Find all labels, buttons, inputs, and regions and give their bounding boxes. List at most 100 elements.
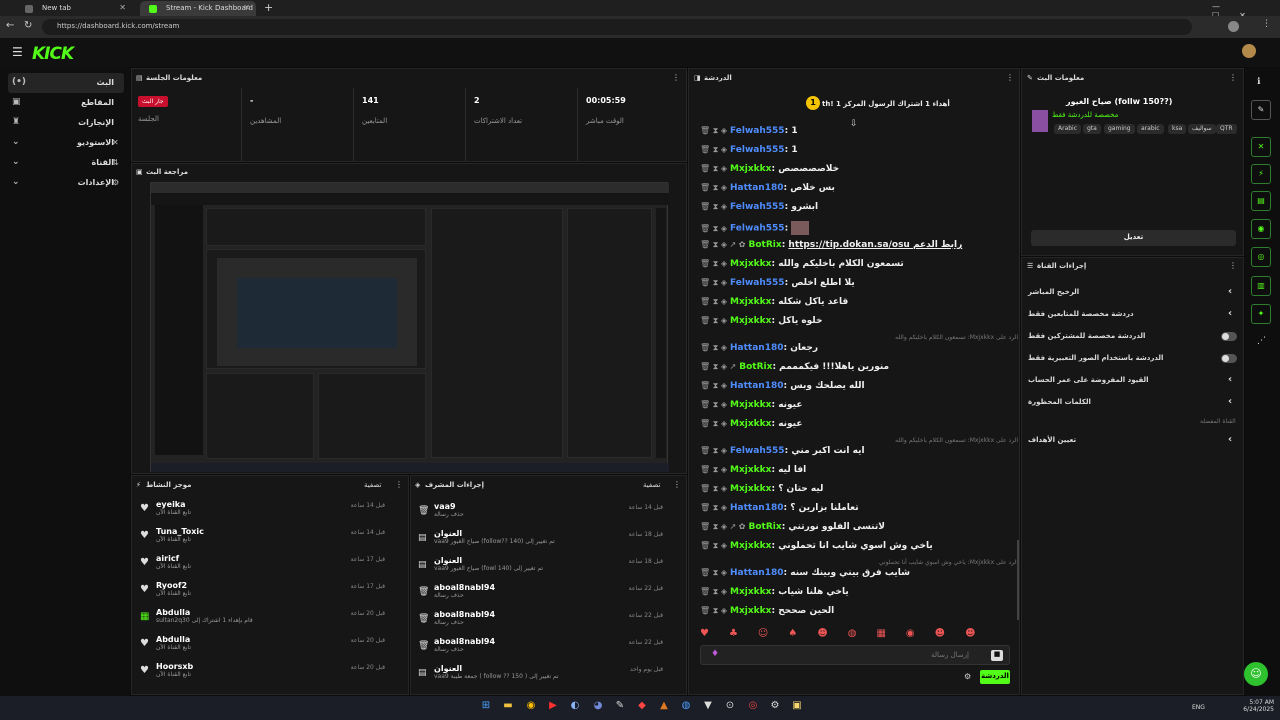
chat-username[interactable]: Mxjxkkx <box>730 541 771 551</box>
app-icon[interactable]: ▲ <box>656 700 672 716</box>
gear-icon[interactable]: ⚙ <box>964 672 971 681</box>
chat-username[interactable]: Felwah555 <box>730 224 785 234</box>
chrome-icon[interactable]: ◉ <box>523 700 539 716</box>
profile-icon[interactable] <box>1228 21 1239 32</box>
sidebar-item-settings[interactable]: ⌄ الإعدادات <box>8 173 124 193</box>
more-options-icon[interactable]: ⋮ <box>673 480 681 489</box>
chat-username[interactable]: Mxjxkkx <box>730 164 771 174</box>
raid-icon[interactable]: ✕ <box>1251 137 1271 157</box>
sidebar-item-stream[interactable]: (•) البث <box>8 73 124 93</box>
emote-bar[interactable]: ♥♣☺♠☻◍▦◉☻☻ <box>700 628 1010 642</box>
chat-username[interactable]: Hattan180 <box>730 568 783 578</box>
layers-icon[interactable]: ▥ <box>1251 276 1271 296</box>
document-icon[interactable]: ▤ <box>1251 191 1271 211</box>
edge-icon[interactable]: ◍ <box>678 700 694 716</box>
chat-username[interactable]: Hattan180 <box>730 503 783 513</box>
more-options-icon[interactable]: ⋮ <box>395 480 403 489</box>
app-icon[interactable]: ◆ <box>634 700 650 716</box>
new-tab-icon[interactable]: + <box>264 1 273 14</box>
app-icon[interactable]: ▼ <box>700 700 716 716</box>
broadcast-icon[interactable]: ◎ <box>1251 247 1271 267</box>
sidebar-item-channel[interactable]: ⌄ القناة <box>8 153 124 173</box>
tag[interactable]: ksa <box>1168 124 1187 134</box>
chat-username[interactable]: Hattan180 <box>730 183 783 193</box>
back-icon[interactable]: ← <box>6 20 14 31</box>
info-icon[interactable]: ℹ <box>1257 77 1260 87</box>
app-icon[interactable]: ▣ <box>789 700 805 716</box>
menu-icon[interactable]: ⋮ <box>1262 19 1271 29</box>
kick-logo[interactable]: KICK <box>32 44 74 64</box>
tag[interactable]: gta <box>1083 124 1101 134</box>
chat-username[interactable]: Mxjxkkx <box>730 316 771 326</box>
sidebar-item-achievements[interactable]: ♜ الإنجازات <box>8 113 124 133</box>
steam-icon[interactable]: ◐ <box>567 700 583 716</box>
share-icon[interactable]: ⋰ <box>1257 336 1266 346</box>
close-tab-icon[interactable]: ✕ <box>243 3 250 12</box>
category-label[interactable]: مخصصة للدردشة فقط <box>1052 111 1118 119</box>
more-options-icon[interactable]: ⋮ <box>1229 261 1237 270</box>
close-tab-icon[interactable]: ✕ <box>119 3 126 12</box>
set-goals-row[interactable]: › تعيين الأهداف <box>1028 434 1240 458</box>
chat-username[interactable]: Mxjxkkx <box>730 419 771 429</box>
chat-bubble-icon[interactable]: ◉ <box>1251 219 1271 239</box>
sidebar-item-studio[interactable]: ⌄ الاستوديو <box>8 133 124 153</box>
chat-username[interactable]: BotRix <box>739 362 772 372</box>
chat-username[interactable]: Mxjxkkx <box>730 259 771 269</box>
sidebar-item-clips[interactable]: ▣ المقاطع <box>8 93 124 113</box>
clock[interactable]: 5:07 AM 6/24/2025 <box>1240 699 1274 713</box>
tag[interactable]: Arabic <box>1054 124 1082 134</box>
app-icon[interactable]: ⊙ <box>722 700 738 716</box>
chat-username[interactable]: Felwah555 <box>730 202 785 212</box>
bolt-icon[interactable]: ⚡ <box>1251 164 1271 184</box>
chat-text[interactable]: https://tip.dokan.sa/osu رابط الدعم <box>788 240 962 250</box>
chat-input[interactable]: ♦ إرسال رسالة ■ <box>700 645 1010 665</box>
chat-scrollbar[interactable] <box>1017 540 1019 620</box>
chat-username[interactable]: Felwah555 <box>730 126 785 136</box>
filter-button[interactable]: تصفية <box>643 481 660 489</box>
app-icon[interactable]: ✎ <box>612 700 628 716</box>
more-options-icon[interactable]: ⋮ <box>1229 73 1237 82</box>
chat-username[interactable]: BotRix <box>749 240 782 250</box>
tab-new-tab[interactable]: New tab ✕ <box>16 1 132 16</box>
toggle-switch[interactable] <box>1221 332 1237 341</box>
channel-action-row[interactable]: الدردشة مخصصة للمشتركين فقط <box>1028 332 1240 354</box>
discord-icon[interactable]: ◕ <box>590 700 606 716</box>
reload-icon[interactable]: ↻ <box>24 20 32 31</box>
youtube-icon[interactable]: ▶ <box>545 700 561 716</box>
settings-icon[interactable]: ⚙ <box>767 700 783 716</box>
chat-username[interactable]: Felwah555 <box>730 446 785 456</box>
toggle-switch[interactable] <box>1221 354 1237 363</box>
tag[interactable]: arabic <box>1137 124 1164 134</box>
chat-username[interactable]: Mxjxkkx <box>730 400 771 410</box>
chat-username[interactable]: Mxjxkkx <box>730 465 771 475</box>
chat-username[interactable]: Mxjxkkx <box>730 297 771 307</box>
app-icon[interactable]: ◎ <box>745 700 761 716</box>
channel-action-row[interactable]: › الكلمات المحظورة <box>1028 396 1240 420</box>
wrench-icon[interactable]: ✦ <box>1251 304 1271 324</box>
chat-username[interactable]: Hattan180 <box>730 343 783 353</box>
avatar[interactable] <box>1242 44 1256 58</box>
hamburger-icon[interactable]: ☰ <box>12 45 23 59</box>
chat-send-button[interactable]: الدردشة <box>980 670 1010 684</box>
more-options-icon[interactable]: ⋮ <box>672 73 680 82</box>
url-field[interactable]: https://dashboard.kick.com/stream <box>42 19 1192 35</box>
channel-action-row[interactable]: الدردشة باستخدام الصور التعبيرية فقط <box>1028 354 1240 376</box>
chat-username[interactable]: Mxjxkkx <box>730 484 771 494</box>
chat-username[interactable]: BotRix <box>749 522 782 532</box>
file-explorer-icon[interactable]: ▬ <box>500 700 516 716</box>
tag[interactable]: سواليف <box>1188 124 1216 134</box>
chat-username[interactable]: Mxjxkkx <box>730 606 771 616</box>
chat-username[interactable]: Hattan180 <box>730 381 783 391</box>
language-indicator[interactable]: ENG <box>1192 704 1205 711</box>
channel-action-row[interactable]: › الرخيح المباشر <box>1028 286 1240 310</box>
chat-username[interactable]: Mxjxkkx <box>730 587 771 597</box>
edit-layout-icon[interactable]: ✎ <box>1251 100 1271 120</box>
send-icon[interactable]: ■ <box>991 650 1003 661</box>
stream-preview-video[interactable] <box>150 182 669 472</box>
windows-start-icon[interactable]: ⊞ <box>478 700 494 716</box>
chat-username[interactable]: Felwah555 <box>730 145 785 155</box>
emoji-icon[interactable]: ♦ <box>711 649 719 659</box>
tag[interactable]: QTR <box>1216 124 1237 134</box>
chat-username[interactable]: Felwah555 <box>730 278 785 288</box>
filter-button[interactable]: تصفية <box>364 481 381 489</box>
